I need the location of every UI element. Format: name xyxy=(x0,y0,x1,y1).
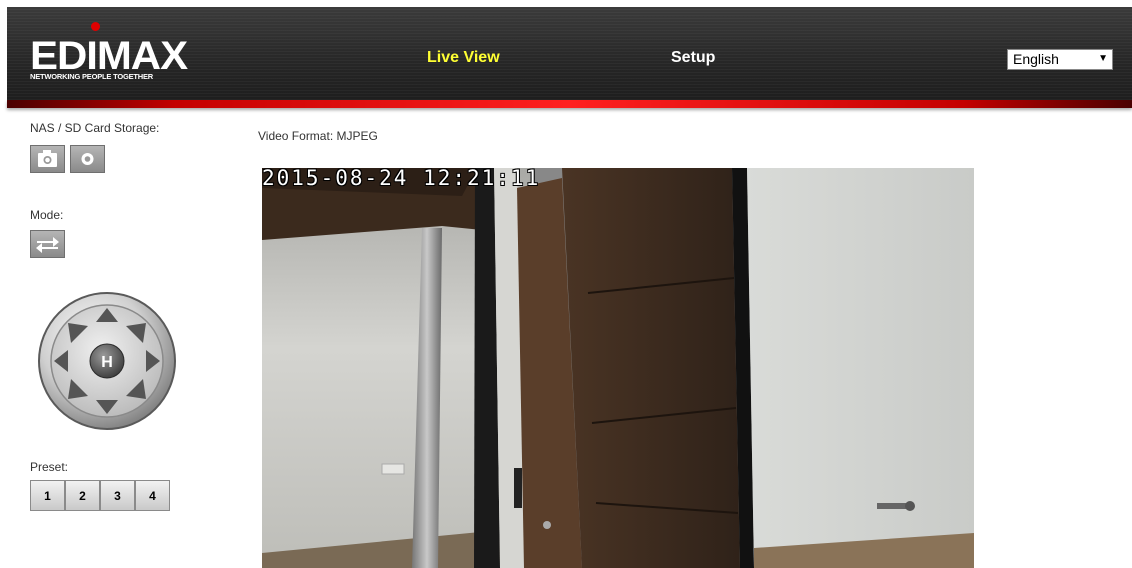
camera-snapshot-icon xyxy=(38,150,57,167)
video-timestamp: 2015-08-24 12:21:11 xyxy=(262,166,541,190)
mode-label: Mode: xyxy=(30,208,64,222)
logo-tagline: NETWORKING PEOPLE TOGETHER xyxy=(30,72,154,81)
nav-setup[interactable]: Setup xyxy=(671,49,715,67)
logo-text: EDIMAX xyxy=(30,34,188,78)
preset-button-2[interactable]: 2 xyxy=(65,480,100,511)
record-button[interactable] xyxy=(70,145,105,173)
storage-label: NAS / SD Card Storage: xyxy=(30,121,160,135)
ptz-control: H xyxy=(36,292,178,430)
header-red-divider xyxy=(7,100,1132,108)
ptz-home-label: H xyxy=(101,354,113,371)
mode-switch-icon xyxy=(36,237,59,253)
camera-feed-image xyxy=(262,168,974,568)
edimax-logo: EDIMAX NETWORKING PEOPLE TOGETHER xyxy=(30,22,188,84)
preset-button-4[interactable]: 4 xyxy=(135,480,170,511)
logo-red-dot xyxy=(91,22,100,31)
snapshot-button[interactable] xyxy=(30,145,65,173)
preset-button-1[interactable]: 1 xyxy=(30,480,65,511)
preset-button-3[interactable]: 3 xyxy=(100,480,135,511)
mode-switch-button[interactable] xyxy=(30,230,65,258)
live-video-stream xyxy=(262,168,974,568)
preset-label: Preset: xyxy=(30,460,69,474)
dropdown-arrow-icon: ▼ xyxy=(1098,53,1108,64)
language-select[interactable]: English ▼ xyxy=(1007,49,1113,70)
nav-live-view[interactable]: Live View xyxy=(427,49,500,67)
language-selected-value: English xyxy=(1013,51,1059,67)
record-icon xyxy=(81,153,94,165)
video-format-label: Video Format: MJPEG xyxy=(258,129,378,143)
